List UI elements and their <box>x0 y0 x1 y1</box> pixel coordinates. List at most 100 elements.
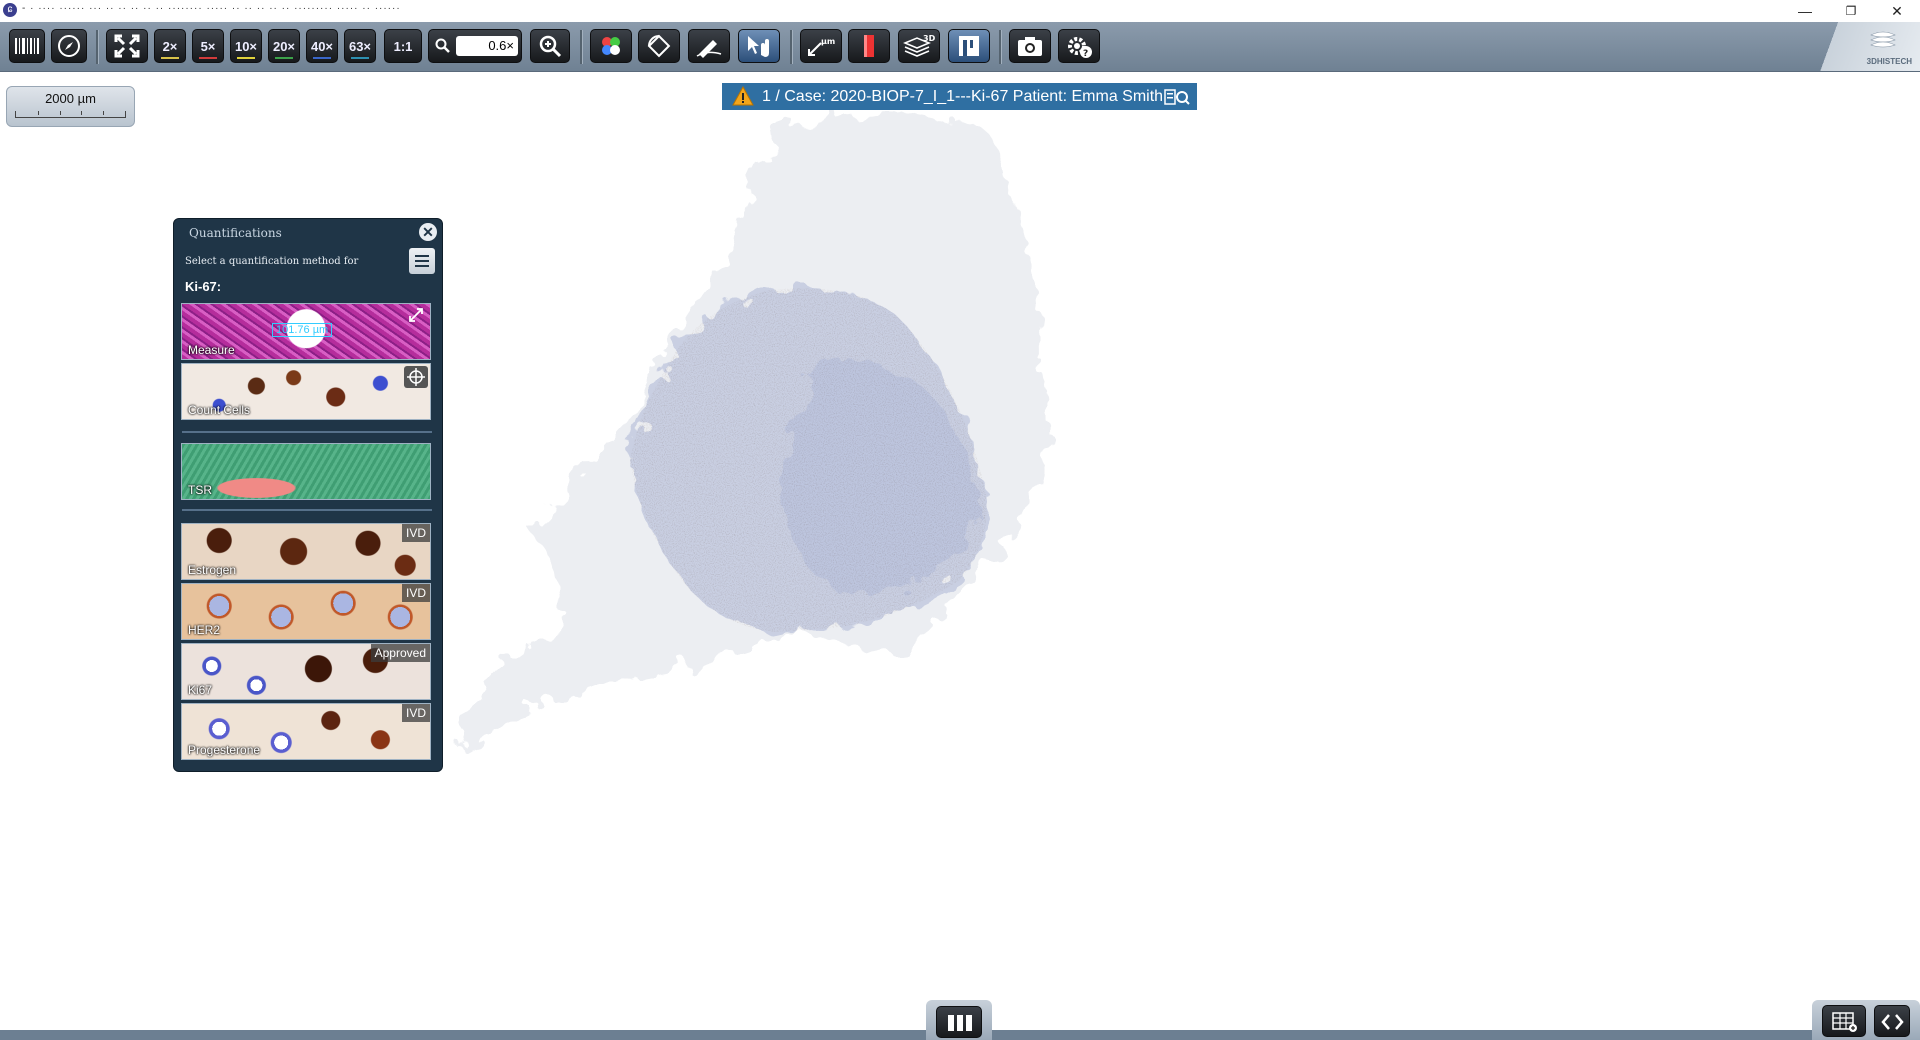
panel-divider <box>182 509 432 511</box>
quant-progesterone-item[interactable]: IVD Progesterone <box>181 703 431 760</box>
quant-item-label: Measure <box>188 343 235 357</box>
toolbar-separator <box>999 30 1002 64</box>
quant-item-label: Progesterone <box>188 743 261 757</box>
zoom-color-bar <box>237 57 255 59</box>
marker-button[interactable] <box>848 29 890 63</box>
scale-tick <box>59 111 61 115</box>
prev-next-button[interactable] <box>1874 1005 1910 1037</box>
crosshair-icon <box>404 366 428 388</box>
color-channels-button[interactable] <box>590 29 632 63</box>
toolbar-separator <box>96 30 99 64</box>
zoom-63x-button[interactable]: 63× <box>344 29 376 63</box>
zoom-tool-button[interactable] <box>530 29 570 63</box>
case-banner-text: 1 / Case: 2020-BIOP-7_I_1---Ki-67 Patien… <box>762 88 1164 105</box>
barcode-button[interactable] <box>9 29 45 63</box>
pan-hand-icon <box>748 36 769 57</box>
rotate-button[interactable] <box>638 29 680 63</box>
grid-add-button[interactable] <box>1822 1005 1866 1037</box>
camera-icon <box>1018 37 1042 56</box>
magnifier-icon <box>539 35 562 58</box>
annotation-button[interactable] <box>688 29 730 63</box>
3dhistech-logo-icon <box>1870 31 1896 48</box>
toolbar-separator <box>790 30 793 64</box>
quant-her2-item[interactable]: IVD HER2 <box>181 583 431 640</box>
zoom-10x-button[interactable]: 10× <box>230 29 262 63</box>
ivd-badge: IVD <box>401 524 430 542</box>
panel-button[interactable] <box>948 29 990 63</box>
magnifier-small-icon <box>435 38 450 53</box>
scale-ruler <box>15 111 126 118</box>
zoom-40x-button[interactable]: 40× <box>306 29 338 63</box>
layers-3d-button[interactable]: 3D <box>898 29 940 63</box>
restore-button[interactable]: ❐ <box>1828 0 1874 22</box>
rotate-icon <box>647 34 671 58</box>
bottom-tray-center <box>926 1000 992 1040</box>
ivd-badge: IVD <box>401 584 430 602</box>
measure-um-icon: µm <box>808 37 835 56</box>
fit-to-screen-button[interactable] <box>106 29 148 63</box>
scale-tick <box>103 111 105 115</box>
zoom-input[interactable]: 0.6× <box>456 36 518 56</box>
measure-button[interactable]: µm <box>800 29 842 63</box>
quant-ki67-item[interactable]: Approved Ki67 <box>181 643 431 700</box>
slide-tray-button[interactable] <box>936 1006 982 1038</box>
svg-text:µm: µm <box>821 37 835 46</box>
app-logo-icon: ɕ <box>3 3 17 17</box>
panel-title: Quantifications <box>189 226 282 240</box>
panel-close-button[interactable]: ✕ <box>419 223 437 241</box>
slide-tray-icon <box>948 1015 972 1031</box>
snapshot-button[interactable] <box>1009 29 1051 63</box>
warning-icon <box>732 86 754 106</box>
minimize-button[interactable]: — <box>1782 0 1828 22</box>
stain-name: Ki-67: <box>185 279 222 294</box>
window-title: - · ···· ······ ··· ·· ·· ·· ·· ·· ·····… <box>22 3 401 14</box>
case-banner[interactable]: 1 / Case: 2020-BIOP-7_I_1---Ki-67 Patien… <box>722 83 1197 110</box>
color-channels-icon <box>602 37 620 55</box>
pan-tool-button[interactable] <box>738 29 780 63</box>
brand-label: 3DHISTECH <box>1866 57 1912 66</box>
zoom-color-bar <box>313 57 331 59</box>
quant-item-label: HER2 <box>188 623 221 637</box>
zoom-color-bar <box>275 57 293 59</box>
chevron-left-right-icon <box>1881 1014 1904 1030</box>
zoom-5x-button[interactable]: 5× <box>192 29 224 63</box>
quant-count-cells-item[interactable]: Count Cells <box>181 363 431 420</box>
fullscreen-icon <box>114 34 140 58</box>
quant-tsr-item[interactable]: TSR <box>181 443 431 500</box>
zoom-2x-button[interactable]: 2× <box>154 29 186 63</box>
grid-add-icon <box>1832 1012 1857 1032</box>
quant-item-label: Count Cells <box>188 403 251 417</box>
compass-icon <box>58 35 80 57</box>
panel-menu-button[interactable] <box>409 248 435 274</box>
case-search-icon[interactable] <box>1163 87 1191 107</box>
toolbar-separator <box>580 30 583 64</box>
brand-logo: 3DHISTECH <box>1810 22 1920 71</box>
quant-estrogen-item[interactable]: IVD Estrogen <box>181 523 431 580</box>
measure-readout: 101.76 µm <box>272 323 333 337</box>
scale-tick <box>81 111 83 115</box>
scale-bar[interactable]: 2000 µm <box>6 86 135 127</box>
quant-item-label: Ki67 <box>188 683 213 697</box>
ivd-badge: IVD <box>401 704 430 722</box>
settings-help-button[interactable]: ? <box>1058 29 1100 63</box>
main-toolbar: 2× 5× 10× 20× 40× 63× 1:1 0.6× µm 3D ? <box>0 22 1920 72</box>
zoom-field[interactable]: 0.6× <box>428 29 522 63</box>
approved-badge: Approved <box>370 644 430 662</box>
barcode-icon <box>15 38 39 54</box>
measure-expand-icon <box>409 308 423 322</box>
quant-item-label: TSR <box>188 483 212 497</box>
zoom-1-to-1-button[interactable]: 1:1 <box>384 29 422 63</box>
bottom-tray-right <box>1812 1000 1920 1040</box>
svg-text:?: ? <box>1083 49 1088 59</box>
quant-measure-item[interactable]: 101.76 µm Measure <box>181 303 431 360</box>
quantifications-panel: Quantifications ✕ Select a quantificatio… <box>173 218 443 772</box>
svg-text:3D: 3D <box>923 34 935 43</box>
zoom-20x-button[interactable]: 20× <box>268 29 300 63</box>
close-button[interactable]: ✕ <box>1874 0 1920 22</box>
slide-tissue-image[interactable] <box>440 110 1260 770</box>
marker-icon <box>864 35 874 57</box>
zoom-color-bar <box>199 57 217 59</box>
navigator-button[interactable] <box>51 29 87 63</box>
window-titlebar: ɕ - · ···· ······ ··· ·· ·· ·· ·· ·· ···… <box>0 0 1920 22</box>
scale-bar-label: 2000 µm <box>45 91 96 106</box>
